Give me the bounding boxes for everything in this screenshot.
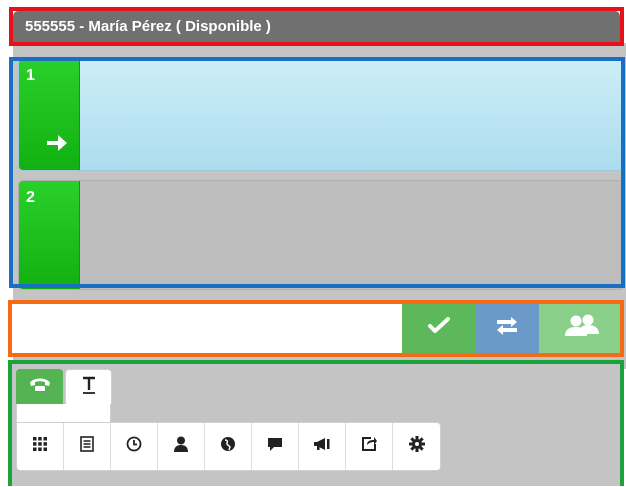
clock-icon <box>126 436 142 457</box>
dial-input[interactable] <box>12 304 402 353</box>
agent-status-label: 555555 - María Pérez ( Disponible ) <box>25 18 271 35</box>
history-button[interactable] <box>111 423 158 470</box>
tab-phone[interactable] <box>16 369 63 404</box>
call-line-1[interactable]: 1 <box>18 58 624 171</box>
chat-icon <box>267 437 283 457</box>
toolbar-tabs <box>16 369 112 404</box>
chat-button[interactable] <box>252 423 299 470</box>
user-icon <box>174 436 188 457</box>
keypad-button[interactable] <box>17 423 64 470</box>
arrow-right-icon <box>46 133 68 158</box>
contacts-button[interactable] <box>158 423 205 470</box>
gear-icon <box>408 436 425 457</box>
web-button[interactable] <box>205 423 252 470</box>
globe-icon <box>220 436 236 457</box>
list-button[interactable] <box>64 423 111 470</box>
announce-button[interactable] <box>299 423 346 470</box>
tab-content-connector <box>16 404 111 422</box>
share-button[interactable] <box>346 423 393 470</box>
keypad-grid-icon <box>33 437 47 456</box>
phone-icon <box>29 376 51 397</box>
list-icon <box>80 436 94 457</box>
tool-bar <box>16 422 441 471</box>
agent-status-bar: 555555 - María Pérez ( Disponible ) <box>13 11 620 42</box>
line-number: 1 <box>26 67 35 84</box>
line-tab[interactable]: 1 <box>19 59 80 170</box>
tab-text[interactable] <box>65 369 112 404</box>
call-line-2[interactable]: 2 <box>18 180 624 290</box>
dial-row <box>12 304 624 353</box>
transfer-button[interactable] <box>475 304 539 353</box>
check-icon <box>427 317 450 340</box>
confirm-button[interactable] <box>402 304 475 353</box>
users-group-icon <box>562 314 602 343</box>
line-number: 2 <box>26 189 35 206</box>
megaphone-icon <box>313 437 331 456</box>
text-icon <box>81 376 97 399</box>
line-tab[interactable]: 2 <box>19 181 80 289</box>
transfer-arrows-icon <box>495 316 519 341</box>
toolbar <box>12 364 620 486</box>
conference-button[interactable] <box>539 304 624 353</box>
share-icon <box>361 436 377 457</box>
settings-button[interactable] <box>393 423 440 470</box>
